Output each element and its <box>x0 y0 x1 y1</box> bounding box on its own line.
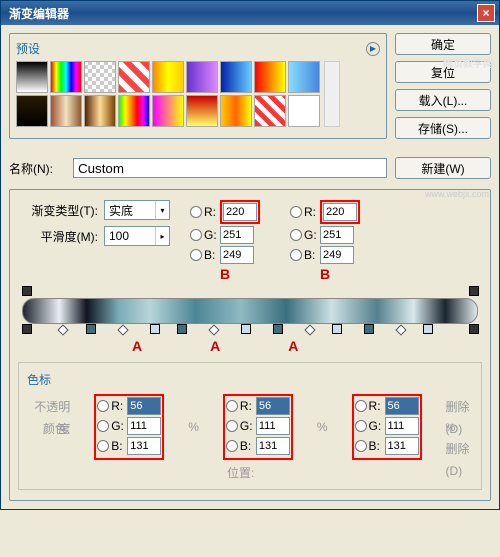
r-input[interactable] <box>223 203 257 221</box>
color-stop[interactable] <box>86 324 96 334</box>
preset-swatch[interactable] <box>288 95 320 127</box>
color-stop[interactable] <box>150 324 160 334</box>
midpoint-stop[interactable] <box>58 324 69 335</box>
color-stop[interactable] <box>241 324 251 334</box>
smoothness-label: 平滑度(M): <box>18 228 98 245</box>
annotation-b: B <box>290 266 360 282</box>
preset-swatch[interactable] <box>118 61 150 93</box>
ok-button[interactable]: 确定 <box>395 33 491 55</box>
preset-swatch[interactable] <box>84 95 116 127</box>
opacity-stop[interactable] <box>469 286 479 296</box>
rgb-group-a2: R: G: B: <box>223 394 293 460</box>
g-radio[interactable] <box>290 229 302 241</box>
preset-scrollbar[interactable] <box>324 61 340 127</box>
b-radio[interactable] <box>290 249 302 261</box>
presets-label: 预设 <box>16 40 40 57</box>
opacity-stop[interactable] <box>22 286 32 296</box>
chevron-down-icon[interactable]: ▾ <box>155 201 169 219</box>
gradient-type-combo[interactable]: ▾ <box>104 200 170 220</box>
content: 网页教学网 预设 ▶ 确定 复位 载入(L)... 存储(S)... www.w… <box>1 25 499 509</box>
load-button[interactable]: 载入(L)... <box>395 89 491 111</box>
midpoint-stop[interactable] <box>395 324 406 335</box>
midpoint-stop[interactable] <box>304 324 315 335</box>
smoothness-combo[interactable]: ▸ <box>104 226 170 246</box>
color-label: 颜色: <box>27 418 70 440</box>
annotation-b: B <box>190 266 260 282</box>
gradient-editor-window: 渐变编辑器 × 网页教学网 预设 ▶ 确定 复位 载入(L)... 存储(S).… <box>0 0 500 510</box>
preset-swatch[interactable] <box>254 61 286 93</box>
preset-swatch[interactable] <box>220 95 252 127</box>
preset-swatch[interactable] <box>152 61 184 93</box>
color-stop[interactable] <box>469 324 479 334</box>
delete-button[interactable]: 删除(D) <box>446 438 473 460</box>
presets-panel: 预设 ▶ <box>9 33 387 139</box>
midpoint-stop[interactable] <box>117 324 128 335</box>
rgb-group-a3: R: G: B: <box>352 394 422 460</box>
preset-swatch[interactable] <box>16 95 48 127</box>
r-input[interactable] <box>323 203 357 221</box>
color-stop[interactable] <box>177 324 187 334</box>
gradient-settings: 渐变类型(T): ▾ 平滑度(M): ▸ <box>9 189 491 501</box>
stops-title: 色标 <box>27 371 473 388</box>
r-radio[interactable] <box>290 206 302 218</box>
rgb-group-a1: R: G: B: <box>94 394 164 460</box>
new-button[interactable]: 新建(W) <box>395 157 491 179</box>
gradient-track[interactable] <box>22 298 478 324</box>
b-input[interactable] <box>220 246 254 264</box>
save-button[interactable]: 存储(S)... <box>395 117 491 139</box>
position-label: 位置: <box>27 464 473 481</box>
preset-swatch[interactable] <box>152 95 184 127</box>
b-radio[interactable] <box>190 249 202 261</box>
g-radio[interactable] <box>190 229 202 241</box>
b-input[interactable] <box>320 246 354 264</box>
preset-swatch[interactable] <box>186 95 218 127</box>
opacity-label: 不透明度 <box>27 396 70 418</box>
preset-swatch[interactable] <box>118 95 150 127</box>
watermark-top: 网页教学网 <box>443 55 493 70</box>
watermark-url: www.webjx.com <box>425 189 489 199</box>
gradient-bar[interactable] <box>22 298 478 324</box>
g-input[interactable] <box>320 226 354 244</box>
g-input[interactable] <box>220 226 254 244</box>
delete-button[interactable]: 删除(D) <box>446 396 473 418</box>
window-title: 渐变编辑器 <box>5 5 69 22</box>
preset-swatch[interactable] <box>16 61 48 93</box>
rgb-group-b2: R: G: B: B <box>290 200 360 282</box>
r-radio[interactable] <box>190 206 202 218</box>
midpoint-stop[interactable] <box>208 324 219 335</box>
preset-swatch[interactable] <box>220 61 252 93</box>
titlebar: 渐变编辑器 × <box>1 1 499 25</box>
preset-swatch[interactable] <box>50 95 82 127</box>
color-stop[interactable] <box>423 324 433 334</box>
color-stop[interactable] <box>364 324 374 334</box>
annotation-a: A <box>288 338 298 354</box>
preset-swatch[interactable] <box>288 61 320 93</box>
color-stop[interactable] <box>22 324 32 334</box>
preset-swatch[interactable] <box>50 61 82 93</box>
annotation-a: A <box>132 338 142 354</box>
rgb-group-b1: R: G: B: B <box>190 200 260 282</box>
preset-swatches <box>16 61 320 127</box>
gradient-type-label: 渐变类型(T): <box>18 202 98 219</box>
name-label: 名称(N): <box>9 160 65 177</box>
preset-swatch[interactable] <box>84 61 116 93</box>
preset-swatch[interactable] <box>186 61 218 93</box>
color-stop[interactable] <box>332 324 342 334</box>
stops-panel: 色标 不透明度 颜色: R: G: B: % R: G: B <box>18 362 482 490</box>
annotation-a: A <box>210 338 220 354</box>
chevron-down-icon[interactable]: ▸ <box>155 227 169 245</box>
preset-swatch[interactable] <box>254 95 286 127</box>
close-icon[interactable]: × <box>477 4 495 22</box>
name-input[interactable] <box>73 158 387 178</box>
color-stop[interactable] <box>273 324 283 334</box>
presets-menu-icon[interactable]: ▶ <box>366 42 380 56</box>
